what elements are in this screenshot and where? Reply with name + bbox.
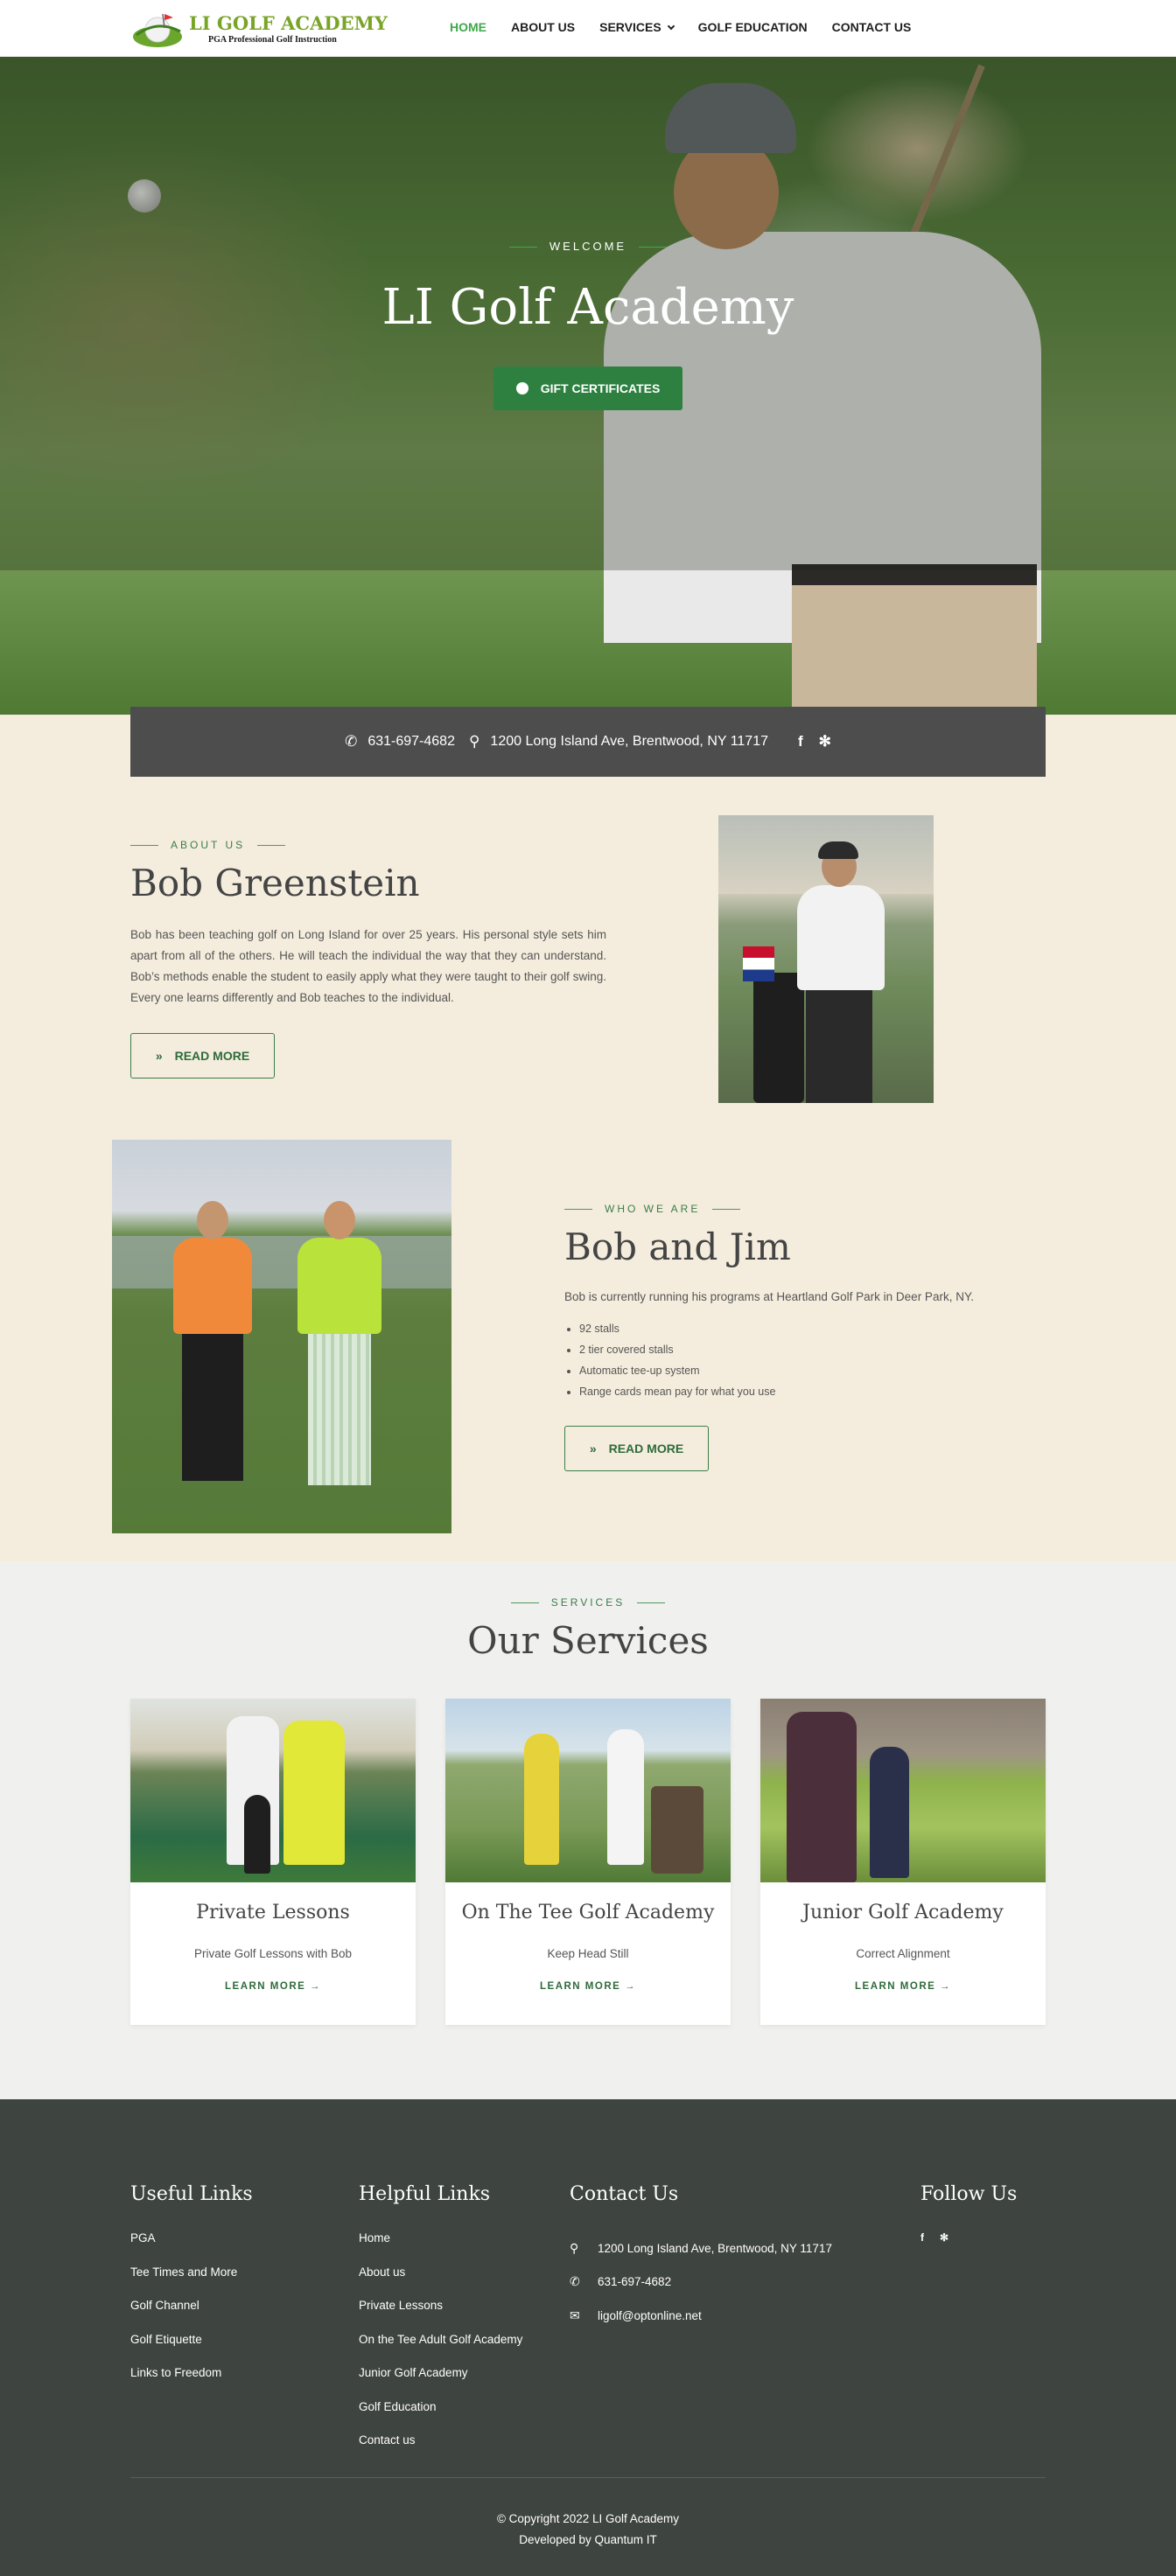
nav-services-label: SERVICES <box>599 20 662 34</box>
logo-subtitle: PGA Professional Golf Instruction <box>208 35 337 45</box>
learn-more-link[interactable]: LEARN MORE → <box>760 1981 1046 1992</box>
features-list: 92 stalls 2 tier covered stalls Automati… <box>579 1318 775 1402</box>
footer-link[interactable]: Private Lessons <box>359 2299 522 2333</box>
nav-contact-us[interactable]: CONTACT US <box>832 20 912 34</box>
who-eyebrow: WHO WE ARE <box>564 1203 752 1215</box>
card-title: On The Tee Golf Academy <box>461 1902 715 1923</box>
footer-heading: Helpful Links <box>359 2183 491 2205</box>
nav-about-us[interactable]: ABOUT US <box>511 20 575 34</box>
junior-golf-photo <box>760 1699 1046 1882</box>
phone-icon: ✆ <box>570 2274 580 2289</box>
logo-title: LI GOLF ACADEMY <box>189 12 388 34</box>
footer-link[interactable]: Golf Channel <box>130 2299 253 2333</box>
bob-greenstein-photo <box>718 815 934 1103</box>
bob-and-jim-photo <box>112 1140 452 1533</box>
learn-more-link[interactable]: LEARN MORE → <box>130 1981 416 1992</box>
contact-bar: ✆ 631-697-4682 ⚲ 1200 Long Island Ave, Bre… <box>130 707 1046 777</box>
card-title: Junior Golf Academy <box>802 1902 1004 1923</box>
footer-divider <box>130 2477 1046 2478</box>
service-card-junior-golf[interactable]: Junior Golf Academy Correct Alignment LE… <box>760 1699 1046 2025</box>
envelope-icon: ✉ <box>570 2307 580 2322</box>
who-title: Bob and Jim <box>564 1225 791 1268</box>
footer-follow: Follow Us f ✻ <box>920 2183 1017 2244</box>
footer-heading: Useful Links <box>130 2183 253 2205</box>
list-item: 2 tier covered stalls <box>579 1339 775 1360</box>
footer-helpful-links: Helpful Links Home About us Private Less… <box>359 2183 522 2468</box>
about-eyebrow: ABOUT US <box>130 839 298 851</box>
footer-link[interactable]: Home <box>359 2231 522 2265</box>
about-read-more-button[interactable]: » READ MORE <box>130 1033 275 1079</box>
footer-link[interactable]: Contact us <box>359 2433 522 2468</box>
footer-link[interactable]: Golf Etiquette <box>130 2333 253 2367</box>
footer-social-icons: f ✻ <box>920 2231 1017 2244</box>
map-pin-icon: ⚲ <box>570 2240 579 2255</box>
footer-heading: Contact Us <box>570 2183 679 2205</box>
on-the-tee-photo <box>445 1699 731 1882</box>
contact-bar-phone[interactable]: ✆ 631-697-4682 <box>345 733 455 750</box>
hero-title: LI Golf Academy <box>382 279 794 336</box>
yelp-icon[interactable]: ✻ <box>819 733 831 750</box>
footer-link[interactable]: Links to Freedom <box>130 2366 253 2400</box>
copyright-text: © Copyright 2022 LI Golf Academy <box>496 2512 680 2525</box>
services-eyebrow: SERVICES <box>0 1596 1176 1609</box>
hero-eyebrow: WELCOME <box>0 240 1176 253</box>
double-chevron-right-icon: » <box>589 1442 597 1456</box>
service-card-private-lessons[interactable]: Private Lessons Private Golf Lessons wit… <box>130 1699 416 2025</box>
double-chevron-right-icon: » <box>155 1049 163 1063</box>
footer-link[interactable]: Tee Times and More <box>130 2265 253 2300</box>
main-nav: HOME ABOUT US SERVICES GOLF EDUCATION CO… <box>450 20 935 34</box>
site-header: LI GOLF ACADEMY PGA Professional Golf In… <box>0 0 1176 57</box>
yelp-icon[interactable]: ✻ <box>940 2231 948 2244</box>
about-title: Bob Greenstein <box>130 862 420 904</box>
learn-more-link[interactable]: LEARN MORE → <box>445 1981 731 1992</box>
card-title: Private Lessons <box>196 1902 350 1923</box>
contact-bar-address: ⚲ 1200 Long Island Ave, Brentwood, NY 117… <box>468 733 768 750</box>
footer-email[interactable]: ✉ ligolf@optonline.net <box>570 2299 832 2333</box>
site-logo[interactable]: LI GOLF ACADEMY PGA Professional Golf In… <box>131 7 388 51</box>
footer-address: ⚲ 1200 Long Island Ave, Brentwood, NY 117… <box>570 2240 832 2255</box>
about-text: Bob has been teaching golf on Long Islan… <box>130 928 606 1004</box>
footer-link[interactable]: Golf Education <box>359 2400 522 2434</box>
card-description: Private Golf Lessons with Bob <box>193 1947 353 1960</box>
card-description: Keep Head Still <box>547 1947 629 1960</box>
services-title: Our Services <box>467 1619 709 1662</box>
hero-section: WELCOME LI Golf Academy GIFT CERTIFICATE… <box>0 57 1176 715</box>
footer-copyright: © Copyright 2022 LI Golf Academy Develop… <box>0 2509 1176 2551</box>
circle-icon <box>515 382 528 394</box>
list-item: Automatic tee-up system <box>579 1360 775 1381</box>
about-section: ABOUT US Bob Greenstein Bob has been tea… <box>0 715 1176 1561</box>
who-text: Bob is currently running his programs at… <box>564 1290 974 1303</box>
footer-useful-links: Useful Links PGA Tee Times and More Golf… <box>130 2183 253 2400</box>
list-item: 92 stalls <box>579 1318 775 1339</box>
site-footer: Useful Links PGA Tee Times and More Golf… <box>0 2099 1176 2576</box>
footer-link[interactable]: Junior Golf Academy <box>359 2366 522 2400</box>
card-description: Correct Alignment <box>856 1947 950 1960</box>
gift-certificates-button[interactable]: GIFT CERTIFICATES <box>494 367 682 410</box>
phone-icon: ✆ <box>345 733 358 750</box>
footer-link[interactable]: PGA <box>130 2231 253 2265</box>
list-item: Range cards mean pay for what you use <box>579 1381 775 1402</box>
developer-credit[interactable]: Developed by Quantum IT <box>0 2530 1176 2551</box>
who-read-more-button[interactable]: » READ MORE <box>564 1426 709 1471</box>
footer-phone[interactable]: ✆ 631-697-4682 <box>570 2265 832 2300</box>
services-section: SERVICES Our Services Private Lessons Pr… <box>0 1561 1176 2099</box>
golf-logo-icon <box>133 13 182 47</box>
footer-heading: Follow Us <box>920 2183 1018 2205</box>
chevron-down-icon <box>667 22 675 31</box>
map-pin-icon: ⚲ <box>468 733 480 750</box>
nav-home[interactable]: HOME <box>450 20 486 34</box>
facebook-icon[interactable]: f <box>798 733 803 750</box>
footer-contact: Contact Us ⚲ 1200 Long Island Ave, Brentw… <box>570 2183 832 2333</box>
footer-link[interactable]: About us <box>359 2265 522 2300</box>
service-card-on-the-tee[interactable]: On The Tee Golf Academy Keep Head Still … <box>445 1699 731 2025</box>
nav-golf-education[interactable]: GOLF EDUCATION <box>698 20 808 34</box>
footer-link[interactable]: On the Tee Adult Golf Academy <box>359 2333 522 2367</box>
facebook-icon[interactable]: f <box>920 2231 924 2244</box>
nav-services[interactable]: SERVICES <box>599 20 675 34</box>
private-lessons-photo <box>130 1699 416 1882</box>
